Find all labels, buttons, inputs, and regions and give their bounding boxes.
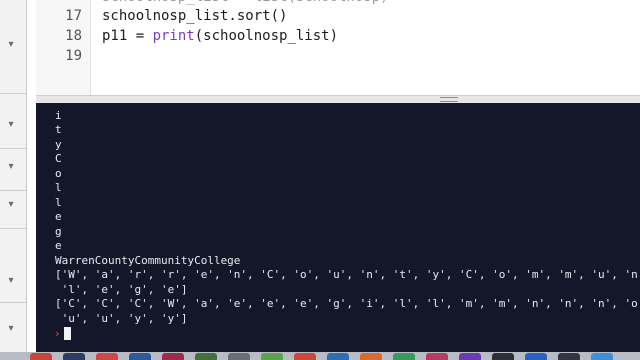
- dock-icon-6[interactable]: [195, 353, 217, 360]
- dock-icon-4[interactable]: [129, 353, 151, 360]
- console-prompt: ›: [54, 327, 61, 340]
- dock-icon-17[interactable]: [558, 353, 580, 360]
- dock-icon-14[interactable]: [459, 353, 481, 360]
- divider: [0, 302, 26, 303]
- dock-icon-3[interactable]: [96, 353, 118, 360]
- divider: [0, 93, 26, 94]
- chevron-down-icon[interactable]: ▾: [4, 118, 18, 132]
- line-number: 19: [65, 48, 82, 64]
- code-token: p11 =: [102, 28, 153, 44]
- keyword-token: print: [152, 28, 195, 44]
- dock-icon-2[interactable]: [63, 353, 85, 360]
- console-line: ['C', 'C', 'C', 'W', 'a', 'e', 'e', 'e',…: [55, 297, 640, 310]
- console-line: g: [55, 225, 62, 238]
- dock-icon-5[interactable]: [162, 353, 184, 360]
- console-line: C: [55, 152, 62, 165]
- console-line: 'u', 'u', 'y', 'y']: [55, 312, 188, 325]
- dock: [0, 352, 640, 360]
- console-output[interactable]: i t y C o l l e g e WarrenCountyCommunit…: [36, 103, 640, 352]
- chevron-down-icon[interactable]: ▾: [4, 38, 18, 52]
- sidebar-strip: ▾ ▾ ▾ ▾ ▾ ▾: [0, 0, 27, 352]
- console-line: e: [55, 210, 62, 223]
- divider: [0, 228, 26, 229]
- dock-icon-18[interactable]: [591, 353, 613, 360]
- dock-icon-1[interactable]: [30, 353, 52, 360]
- console-line: t: [55, 123, 62, 136]
- code-line[interactable]: schoolnosp_list.sort(): [102, 6, 287, 27]
- dock-icon-10[interactable]: [327, 353, 349, 360]
- chevron-down-icon[interactable]: ▾: [4, 198, 18, 212]
- dock-icon-16[interactable]: [525, 353, 547, 360]
- chevron-down-icon[interactable]: ▾: [4, 274, 18, 288]
- dock-icon-12[interactable]: [393, 353, 415, 360]
- dock-icon-15[interactable]: [492, 353, 514, 360]
- chevron-down-icon[interactable]: ▾: [4, 160, 18, 174]
- divider: [0, 148, 26, 149]
- dock-icon-13[interactable]: [426, 353, 448, 360]
- code-line[interactable]: p11 = print(schoolnosp_list): [102, 26, 338, 47]
- drag-handle-icon[interactable]: [440, 97, 458, 102]
- line-number: 18: [65, 28, 82, 44]
- dock-icon-9[interactable]: [294, 353, 316, 360]
- text-cursor[interactable]: [64, 327, 71, 340]
- console-line: o: [55, 167, 62, 180]
- dock-icon-11[interactable]: [360, 353, 382, 360]
- console-line: y: [55, 138, 62, 151]
- console-line: i: [55, 109, 62, 122]
- line-number: 17: [65, 8, 82, 24]
- console-line: e: [55, 239, 62, 252]
- divider: [0, 190, 26, 191]
- chevron-down-icon[interactable]: ▾: [4, 322, 18, 336]
- console-line: ['W', 'a', 'r', 'r', 'e', 'n', 'C', 'o',…: [55, 268, 640, 281]
- dock-icon-8[interactable]: [261, 353, 283, 360]
- console-line: l: [55, 196, 62, 209]
- console-line: 'l', 'e', 'g', 'e']: [55, 283, 188, 296]
- dock-icon-7[interactable]: [228, 353, 250, 360]
- code-token: (schoolnosp_list): [194, 28, 339, 44]
- code-editor[interactable]: schoolnosp_list = list(schoolnosp) 17 sc…: [36, 0, 640, 95]
- console-line: WarrenCountyCommunityCollege: [55, 254, 241, 267]
- console-line: l: [55, 181, 62, 194]
